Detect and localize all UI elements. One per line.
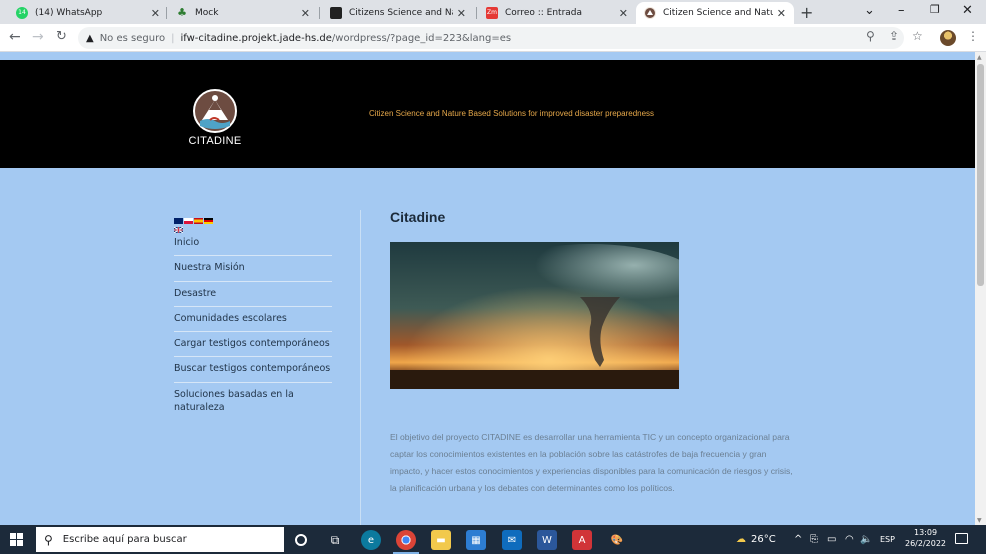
tab-correo[interactable]: Zm Correo :: Entrada ✕ bbox=[478, 2, 636, 24]
tray-overflow-icon[interactable]: ^ bbox=[794, 525, 802, 554]
omnibox-separator: | bbox=[171, 32, 175, 44]
store-icon[interactable]: ▦ bbox=[466, 530, 486, 550]
file-explorer-icon[interactable]: ▬ bbox=[431, 530, 451, 550]
tab-label: Citizens Science and Nature B bbox=[349, 8, 453, 18]
warning-icon[interactable]: ▲ bbox=[86, 33, 94, 44]
tab-label: Mock bbox=[195, 8, 219, 18]
mail-zimbra-icon: Zm bbox=[486, 7, 498, 19]
wifi-icon[interactable]: ◠ bbox=[845, 525, 854, 554]
tab-divider bbox=[476, 7, 477, 19]
pl-flag-icon[interactable] bbox=[184, 218, 193, 224]
windows-start-icon[interactable] bbox=[10, 533, 23, 546]
intro-paragraph: El objetivo del proyecto CITADINE es des… bbox=[390, 432, 793, 494]
tab-citadine-active[interactable]: Citizen Science and Nature B ✕ bbox=[636, 2, 794, 24]
meet-now-icon[interactable]: ⎘ bbox=[810, 525, 818, 554]
tab-label: Citizen Science and Nature B bbox=[663, 8, 773, 18]
system-clock[interactable]: 13:09 26/2/2022 bbox=[905, 527, 946, 549]
tab-label: Correo :: Entrada bbox=[505, 8, 583, 18]
chrome-icon[interactable] bbox=[396, 530, 416, 550]
tornado-hero-image bbox=[390, 242, 679, 389]
url-host: ifw-citadine.projekt.jade-hs.de bbox=[180, 32, 332, 44]
pdf-icon[interactable]: A bbox=[572, 530, 592, 550]
scrollbar-thumb[interactable] bbox=[977, 64, 984, 286]
weather-widget[interactable]: ☁ 26°C bbox=[736, 525, 776, 554]
column-divider bbox=[360, 210, 361, 525]
scroll-up-icon[interactable]: ▲ bbox=[977, 54, 982, 61]
windows-taskbar: ⚲ Escribe aquí para buscar ⧉ e ▬ ▦ ✉ W A… bbox=[0, 525, 986, 554]
logo-text: CITADINE bbox=[188, 135, 242, 147]
nav-item-soluciones[interactable]: Soluciones basadas en la naturaleza bbox=[174, 383, 332, 421]
share-icon[interactable]: ⇪ bbox=[889, 29, 899, 43]
url-field[interactable]: ▲ No es seguro | ifw-citadine.projekt.ja… bbox=[78, 27, 904, 49]
nav-item-mision[interactable]: Nuestra Misión bbox=[174, 256, 332, 282]
site-tagline: Citizen Science and Nature Based Solutio… bbox=[369, 109, 655, 118]
close-icon[interactable]: ✕ bbox=[619, 7, 628, 20]
tab-search-icon[interactable]: ⌄ bbox=[864, 3, 875, 18]
edge-icon[interactable]: e bbox=[361, 530, 381, 550]
minimize-icon[interactable]: – bbox=[898, 3, 905, 18]
close-icon[interactable]: ✕ bbox=[301, 7, 310, 20]
scroll-down-icon[interactable]: ▼ bbox=[977, 517, 982, 524]
security-label[interactable]: No es seguro bbox=[100, 33, 165, 44]
citadine-icon bbox=[644, 7, 656, 19]
clock-date: 26/2/2022 bbox=[905, 539, 947, 549]
nav-item-desastre[interactable]: Desastre bbox=[174, 282, 332, 307]
cortana-icon[interactable] bbox=[295, 534, 307, 546]
es-flag-icon[interactable] bbox=[194, 218, 203, 224]
close-icon[interactable]: ✕ bbox=[457, 7, 466, 20]
close-icon[interactable]: ✕ bbox=[151, 7, 160, 20]
language-switcher bbox=[173, 218, 213, 234]
browser-menu-icon[interactable]: ⋮ bbox=[967, 29, 979, 43]
back-icon[interactable]: ← bbox=[9, 29, 21, 45]
weather-cloud-icon: ☁ bbox=[736, 534, 746, 545]
restore-icon[interactable]: ❐ bbox=[930, 3, 940, 16]
address-bar: ← → ↻ ▲ No es seguro | ifw-citadine.proj… bbox=[0, 24, 986, 52]
search-icon: ⚲ bbox=[44, 532, 53, 547]
tab-citizens-science-doc[interactable]: Citizens Science and Nature B ✕ bbox=[322, 2, 474, 24]
tab-divider bbox=[319, 7, 320, 19]
battery-icon[interactable]: ▭ bbox=[827, 525, 836, 554]
close-icon[interactable]: ✕ bbox=[777, 7, 786, 20]
citadine-logo[interactable] bbox=[192, 88, 238, 134]
tab-whatsapp[interactable]: 14 (14) WhatsApp ✕ bbox=[8, 2, 168, 24]
language-indicator[interactable]: ESP bbox=[880, 525, 895, 554]
notification-center-icon[interactable] bbox=[955, 533, 968, 544]
weather-temp: 26°C bbox=[751, 534, 776, 545]
tab-mock[interactable]: ♣ Mock ✕ bbox=[168, 2, 318, 24]
doc-icon bbox=[330, 7, 342, 19]
profile-avatar[interactable] bbox=[940, 30, 956, 46]
new-tab-button[interactable]: + bbox=[800, 3, 813, 22]
volume-icon[interactable]: 🔈 bbox=[860, 525, 872, 554]
nav-item-inicio[interactable]: Inicio bbox=[174, 231, 332, 257]
task-view-icon[interactable]: ⧉ bbox=[325, 530, 345, 550]
nav-item-cargar[interactable]: Cargar testigos contemporáneos bbox=[174, 332, 332, 358]
page-scrollbar[interactable]: ▲ ▼ bbox=[975, 52, 986, 525]
tab-divider bbox=[166, 7, 167, 19]
page-title: Citadine bbox=[390, 209, 446, 225]
de-flag-icon[interactable] bbox=[204, 218, 213, 224]
reload-icon[interactable]: ↻ bbox=[56, 29, 67, 44]
tab-label: (14) WhatsApp bbox=[35, 8, 103, 18]
url-path: /wordpress/?page_id=223&lang=es bbox=[331, 32, 512, 44]
tab-strip: 14 (14) WhatsApp ✕ ♣ Mock ✕ Citizens Sci… bbox=[0, 0, 986, 24]
side-navigation: Inicio Nuestra Misión Desastre Comunidad… bbox=[174, 231, 332, 420]
paint-icon[interactable]: 🎨 bbox=[607, 530, 627, 550]
taskbar-search[interactable]: ⚲ Escribe aquí para buscar bbox=[36, 527, 284, 552]
mock-tree-icon: ♣ bbox=[177, 6, 187, 19]
webpage: CITADINE Citizen Science and Nature Base… bbox=[0, 60, 975, 525]
site-header: CITADINE Citizen Science and Nature Base… bbox=[0, 60, 975, 168]
clock-time: 13:09 bbox=[913, 528, 938, 537]
uk-flag-icon[interactable] bbox=[173, 218, 184, 234]
mail-icon[interactable]: ✉ bbox=[502, 530, 522, 550]
window-close-icon[interactable]: ✕ bbox=[962, 3, 973, 18]
search-placeholder: Escribe aquí para buscar bbox=[62, 534, 187, 545]
zoom-search-icon[interactable]: ⚲ bbox=[866, 29, 875, 43]
nav-item-buscar[interactable]: Buscar testigos contemporáneos bbox=[174, 357, 332, 383]
word-icon[interactable]: W bbox=[537, 530, 557, 550]
bookmark-star-icon[interactable]: ☆ bbox=[912, 29, 923, 43]
nav-item-comunidades[interactable]: Comunidades escolares bbox=[174, 307, 332, 333]
forward-icon[interactable]: → bbox=[32, 29, 44, 45]
whatsapp-icon: 14 bbox=[16, 7, 28, 19]
